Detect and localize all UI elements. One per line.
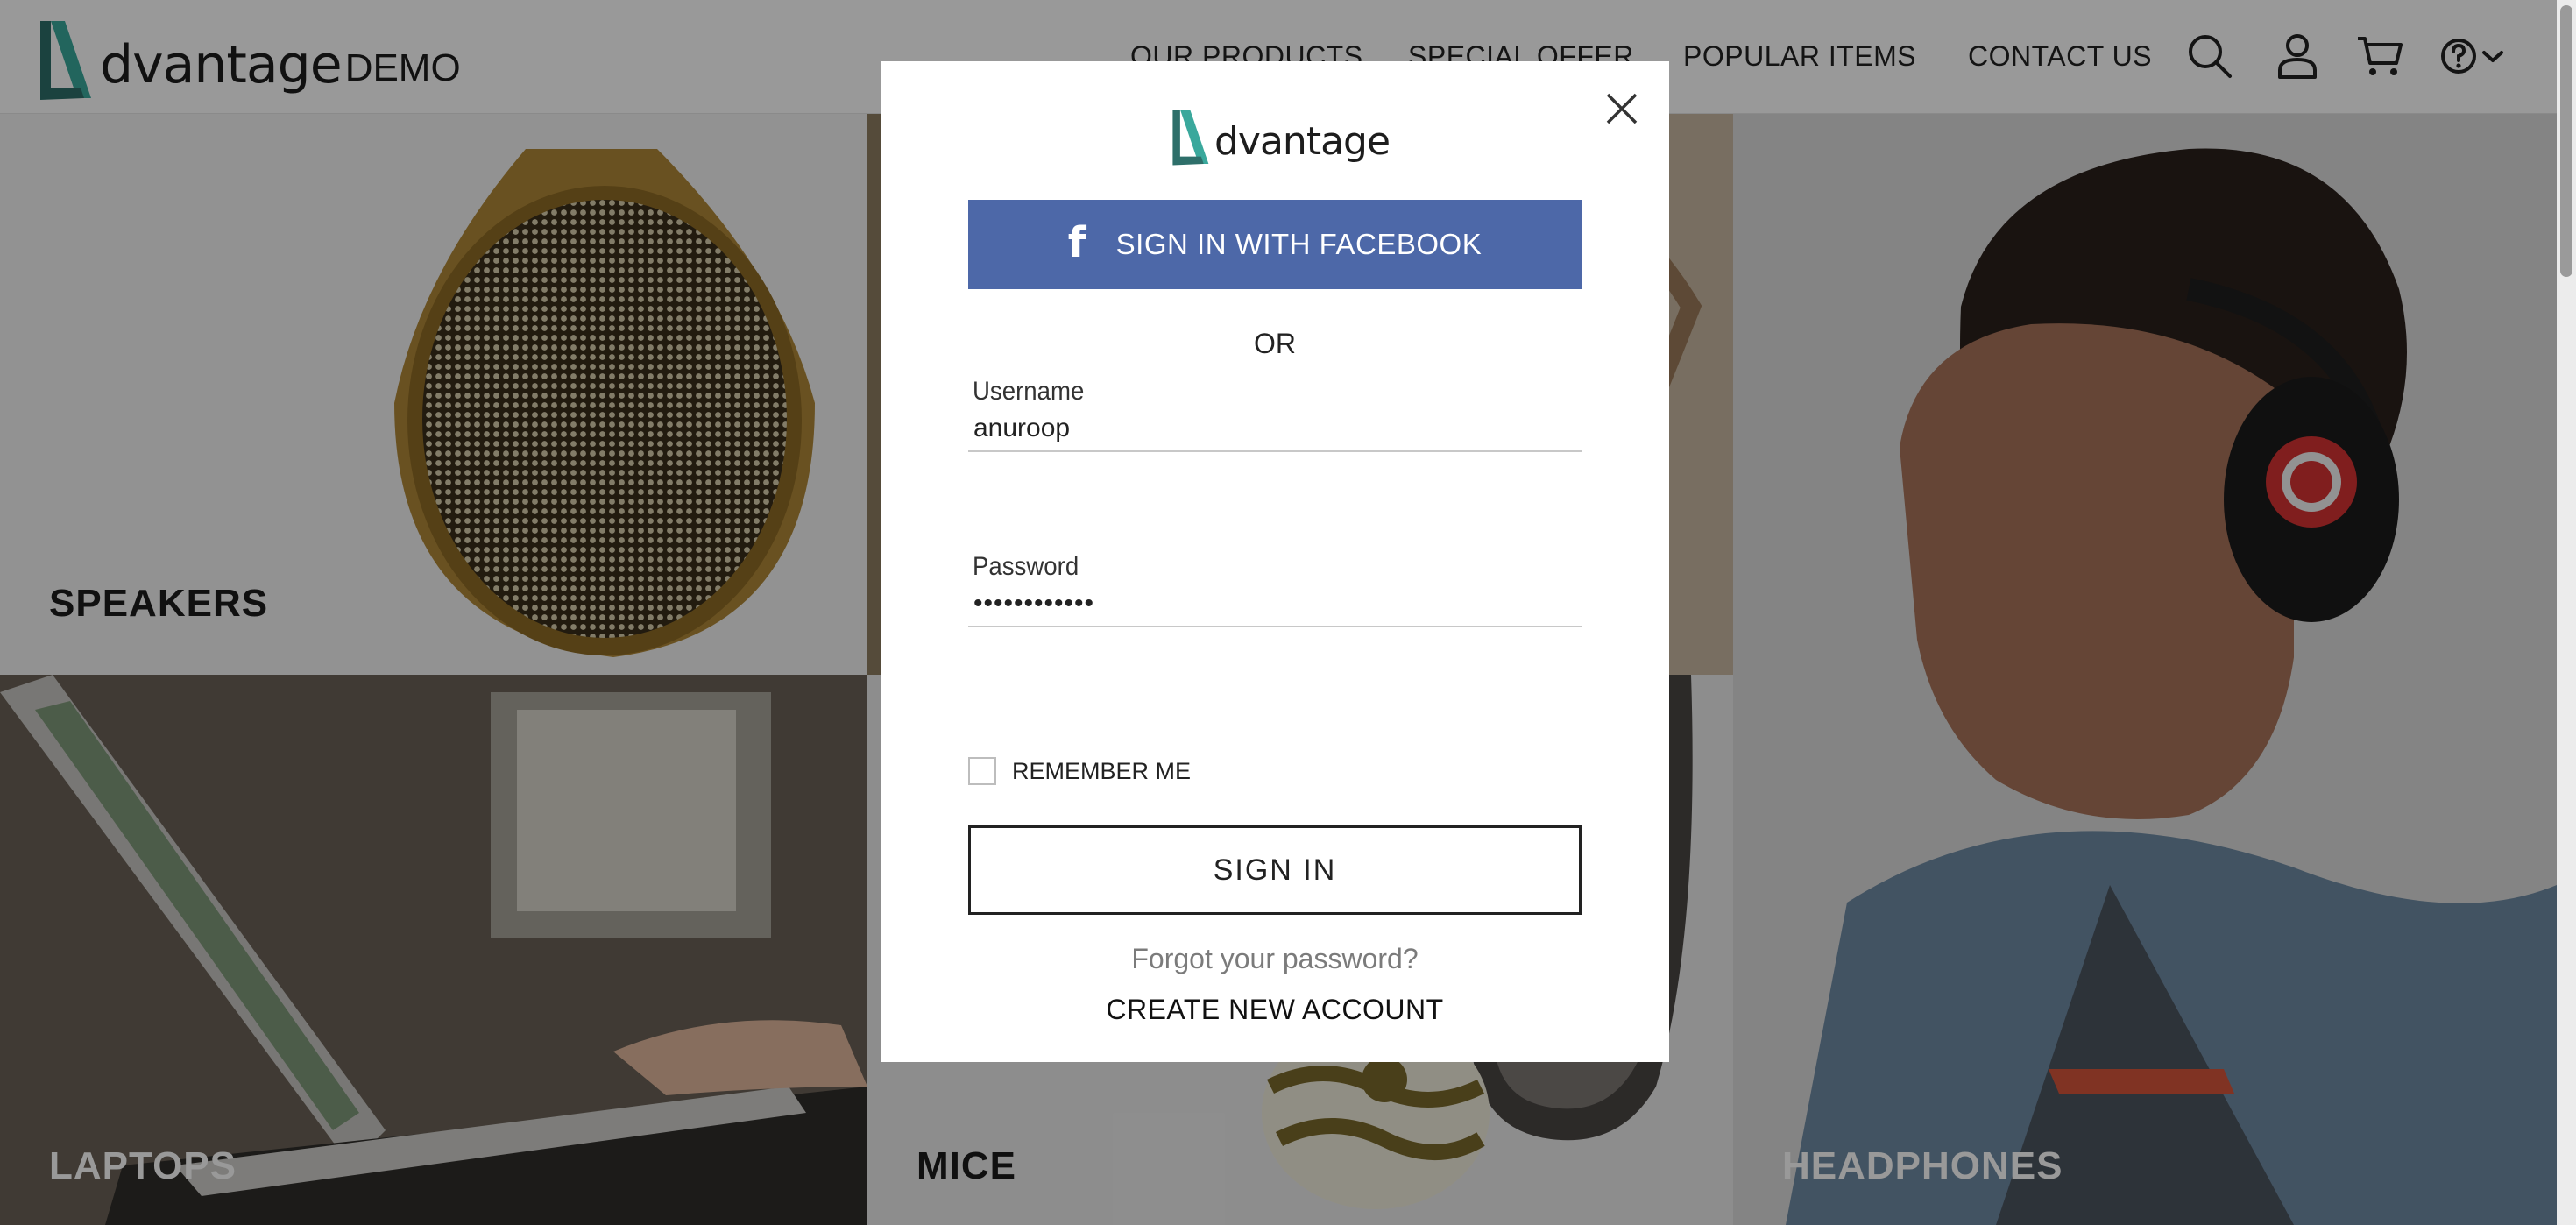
username-input[interactable]: [968, 407, 1582, 452]
forgot-password-link[interactable]: Forgot your password?: [881, 943, 1669, 975]
create-new-account-link[interactable]: CREATE NEW ACCOUNT: [881, 994, 1669, 1026]
username-label: Username: [973, 377, 1085, 406]
scrollbar-thumb[interactable]: [2560, 5, 2572, 277]
login-modal: dvantage f SIGN IN WITH FACEBOOK OR User…: [881, 61, 1669, 1062]
close-icon[interactable]: [1597, 84, 1646, 133]
facebook-icon: f: [1067, 218, 1086, 267]
remember-me-option[interactable]: REMEMBER ME: [968, 757, 1191, 785]
logo-mark-icon: [1172, 109, 1209, 166]
sign-in-with-facebook-button[interactable]: f SIGN IN WITH FACEBOOK: [968, 200, 1582, 289]
page-scrollbar[interactable]: [2557, 0, 2576, 1225]
remember-me-checkbox[interactable]: [968, 757, 996, 785]
password-input[interactable]: [968, 582, 1582, 627]
remember-me-label: REMEMBER ME: [1012, 757, 1192, 784]
or-separator: OR: [1254, 328, 1296, 359]
sign-in-button[interactable]: SIGN IN: [968, 825, 1582, 915]
modal-logo: dvantage: [1171, 103, 1391, 166]
password-label: Password: [973, 552, 1079, 581]
facebook-button-label: SIGN IN WITH FACEBOOK: [1115, 228, 1483, 260]
modal-logo-wordmark: dvantage: [1214, 119, 1391, 164]
